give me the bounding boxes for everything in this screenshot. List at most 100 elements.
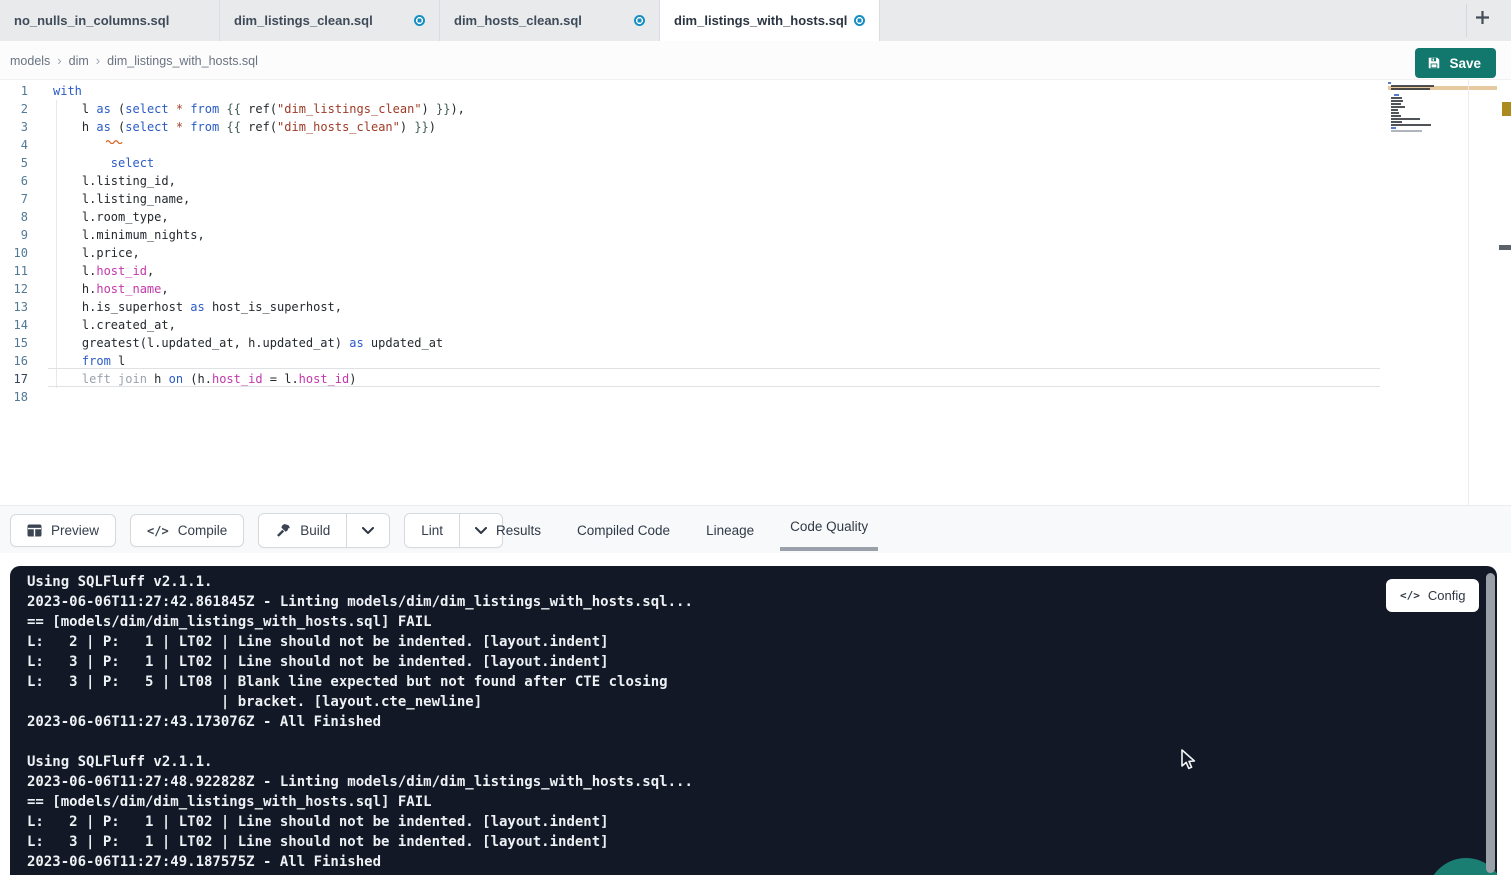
line-number[interactable]: 17 — [0, 370, 28, 388]
code-brackets-icon: </> — [1400, 589, 1420, 602]
breadcrumb-item-models[interactable]: models — [10, 54, 50, 68]
line-number[interactable]: 18 — [0, 388, 28, 406]
minimap-line — [1388, 82, 1391, 84]
line-number[interactable]: 14 — [0, 316, 28, 334]
tab-lineage[interactable]: Lineage — [704, 523, 756, 538]
code-line[interactable]: l.host_id, — [53, 262, 465, 280]
tab-dim-listings-with-hosts[interactable]: dim_listings_with_hosts.sql — [660, 0, 880, 41]
line-number[interactable]: 16 — [0, 352, 28, 370]
minimap[interactable] — [1388, 82, 1466, 136]
code-line[interactable]: l.minimum_nights, — [53, 226, 465, 244]
breadcrumb: models › dim › dim_listings_with_hosts.s… — [10, 41, 258, 80]
code-line[interactable]: l.created_at, — [53, 316, 465, 334]
lint-split-button: Lint — [404, 513, 503, 548]
minimap-line — [1391, 88, 1430, 90]
lint-error-squiggle — [106, 131, 123, 149]
code-line[interactable]: l.listing_name, — [53, 190, 465, 208]
breadcrumb-item-file[interactable]: dim_listings_with_hosts.sql — [107, 54, 258, 68]
line-number[interactable]: 1 — [0, 82, 28, 100]
terminal-line: L: 3 | P: 5 | LT08 | Blank line expected… — [27, 672, 693, 692]
build-options-button[interactable] — [346, 514, 389, 547]
terminal-line: == [models/dim/dim_listings_with_hosts.s… — [27, 792, 693, 812]
line-number[interactable]: 9 — [0, 226, 28, 244]
terminal-line: 2023-06-06T11:27:43.173076Z - All Finish… — [27, 712, 693, 732]
tab-label: no_nulls_in_columns.sql — [14, 13, 169, 28]
line-number[interactable]: 7 — [0, 190, 28, 208]
table-grid-icon — [27, 524, 42, 537]
code-line[interactable]: select — [53, 154, 465, 172]
code-line[interactable]: greatest(l.updated_at, h.updated_at) as … — [53, 334, 465, 352]
code-line[interactable] — [53, 388, 465, 406]
save-button[interactable]: Save — [1415, 48, 1496, 78]
modified-dot-icon — [634, 15, 645, 26]
code-line[interactable]: h.host_name, — [53, 280, 465, 298]
line-number[interactable]: 2 — [0, 100, 28, 118]
compile-button-label: Compile — [178, 523, 228, 538]
terminal-line: L: 2 | P: 1 | LT02 | Line should not be … — [27, 812, 693, 832]
tab-code-quality[interactable]: Code Quality — [788, 519, 870, 534]
scrollbar-warning-marker — [1502, 102, 1511, 116]
line-number[interactable]: 5 — [0, 154, 28, 172]
tab-dim-listings-clean[interactable]: dim_listings_clean.sql — [220, 0, 440, 41]
line-number[interactable]: 3 — [0, 118, 28, 136]
minimap-line — [1391, 130, 1421, 132]
chevron-down-icon — [475, 527, 487, 534]
terminal-line: == [models/dim/dim_listings_with_hosts.s… — [27, 612, 693, 632]
minimap-line — [1391, 115, 1401, 117]
tab-label: dim_listings_with_hosts.sql — [674, 13, 847, 28]
preview-button-label: Preview — [51, 523, 99, 538]
line-number[interactable]: 13 — [0, 298, 28, 316]
line-number[interactable]: 11 — [0, 262, 28, 280]
new-tab-button[interactable] — [1468, 6, 1496, 34]
config-button[interactable]: </> Config — [1386, 579, 1479, 612]
preview-button[interactable]: Preview — [10, 514, 116, 547]
terminal-line: 2023-06-06T11:27:48.922828Z - Linting mo… — [27, 772, 693, 792]
chevron-down-icon — [362, 527, 374, 534]
result-panel-tabs: Results Compiled Code Lineage Code Quali… — [494, 506, 870, 554]
line-number[interactable]: 8 — [0, 208, 28, 226]
floppy-disk-icon — [1427, 56, 1441, 70]
compile-button[interactable]: </> Compile — [130, 514, 244, 547]
code-line[interactable]: from l — [53, 352, 465, 370]
code-line[interactable]: l.room_type, — [53, 208, 465, 226]
tab-dim-hosts-clean[interactable]: dim_hosts_clean.sql — [440, 0, 660, 41]
minimap-line — [1391, 103, 1401, 105]
line-number[interactable]: 15 — [0, 334, 28, 352]
line-number[interactable]: 4 — [0, 136, 28, 154]
code-line[interactable]: l.listing_id, — [53, 172, 465, 190]
code-line[interactable]: left join h on (h.host_id = l.host_id) — [53, 370, 465, 388]
hammer-icon — [275, 523, 291, 538]
modified-dot-icon — [854, 15, 865, 26]
terminal-output: Using SQLFluff v2.1.1.2023-06-06T11:27:4… — [27, 572, 693, 872]
terminal-line: 2023-06-06T11:27:42.861845Z - Linting mo… — [27, 592, 693, 612]
terminal-scrollbar[interactable] — [1486, 573, 1495, 873]
modified-dot-icon — [414, 15, 425, 26]
minimap-line — [1391, 112, 1399, 114]
code-line[interactable]: l as (select * from {{ ref("dim_listings… — [53, 100, 465, 118]
minimap-line — [1391, 109, 1397, 111]
code-line[interactable]: l.price, — [53, 244, 465, 262]
line-number[interactable]: 6 — [0, 172, 28, 190]
breadcrumb-item-dim[interactable]: dim — [69, 54, 89, 68]
minimap-line — [1391, 118, 1420, 120]
line-numbers[interactable]: 123456789101112131415161718 — [0, 82, 28, 406]
line-number[interactable]: 10 — [0, 244, 28, 262]
minimap-line — [1391, 127, 1396, 129]
build-button[interactable]: Build — [259, 514, 346, 547]
code-line[interactable]: with — [53, 82, 465, 100]
file-header-bar: models › dim › dim_listings_with_hosts.s… — [0, 41, 1511, 80]
tab-compiled-code[interactable]: Compiled Code — [575, 523, 672, 538]
code-editor[interactable]: 123456789101112131415161718 with l as (s… — [0, 80, 1511, 505]
tab-results[interactable]: Results — [494, 523, 543, 538]
breadcrumb-separator: › — [96, 53, 100, 68]
plus-icon — [1475, 10, 1490, 30]
editor-toolbar: Preview </> Compile Build — [0, 505, 1511, 553]
tab-no-nulls-in-columns[interactable]: no_nulls_in_columns.sql — [0, 0, 220, 41]
editor-scrollbar-border — [1468, 80, 1469, 505]
build-button-label: Build — [300, 523, 330, 538]
lint-button[interactable]: Lint — [405, 514, 459, 547]
code-line[interactable]: h.is_superhost as host_is_superhost, — [53, 298, 465, 316]
tab-label: dim_hosts_clean.sql — [454, 13, 582, 28]
lint-output-terminal: Using SQLFluff v2.1.1.2023-06-06T11:27:4… — [10, 566, 1497, 875]
line-number[interactable]: 12 — [0, 280, 28, 298]
